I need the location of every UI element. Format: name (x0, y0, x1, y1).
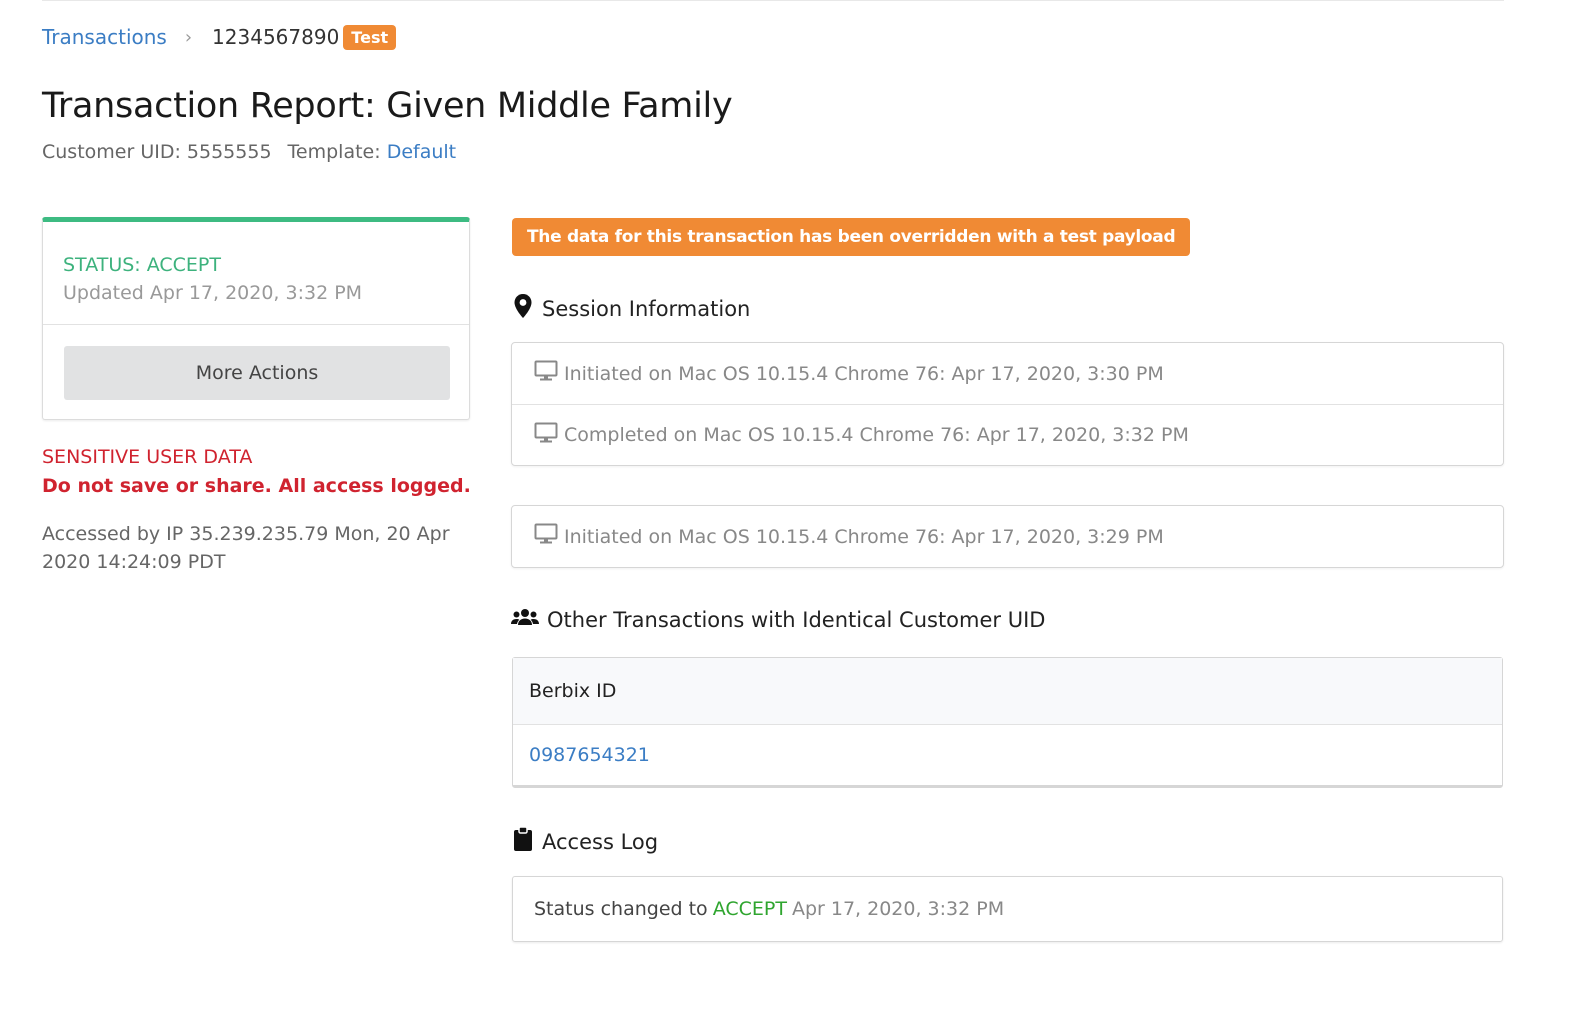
chevron-right-icon: › (184, 26, 193, 48)
session-row-text: Initiated on Mac OS 10.15.4 Chrome 76: A… (564, 525, 1164, 548)
table-header: Berbix ID (513, 658, 1502, 725)
sensitive-warning-text: Do not save or share. All access logged. (42, 475, 471, 497)
desktop-icon (534, 523, 564, 550)
page-subtitle: Customer UID: 5555555 Template: Default (42, 141, 456, 163)
template-label: Template: (287, 141, 381, 163)
status-label: STATUS: ACCEPT (63, 254, 221, 276)
session-row: Completed on Mac OS 10.15.4 Chrome 76: A… (512, 404, 1503, 465)
breadcrumb: Transactions › 1234567890 Test (42, 22, 397, 52)
session-row: Initiated on Mac OS 10.15.4 Chrome 76: A… (512, 506, 1503, 567)
access-log-title: Access Log (542, 829, 659, 854)
status-card: STATUS: ACCEPT Updated Apr 17, 2020, 3:3… (42, 217, 470, 420)
log-entry-prefix: Status changed to (534, 898, 708, 920)
breadcrumb-current-id: 1234567890 (212, 25, 340, 49)
other-transactions-title: Other Transactions with Identical Custom… (547, 607, 1046, 632)
more-actions-button[interactable]: More Actions (64, 346, 450, 400)
top-divider (42, 0, 1504, 1)
other-transactions-heading: Other Transactions with Identical Custom… (511, 607, 1045, 632)
sensitive-warning-title: SENSITIVE USER DATA (42, 446, 253, 468)
session-row-text: Completed on Mac OS 10.15.4 Chrome 76: A… (564, 424, 1189, 446)
access-log-heading: Access Log (512, 826, 658, 857)
access-info: Accessed by IP 35.239.235.79 Mon, 20 Apr… (42, 523, 450, 573)
page-title: Transaction Report: Given Middle Family (42, 86, 733, 126)
session-information-heading: Session Information (512, 293, 750, 324)
session-information-title: Session Information (542, 296, 751, 321)
berbix-id-column-header: Berbix ID (529, 680, 617, 702)
status-summary: STATUS: ACCEPT Updated Apr 17, 2020, 3:3… (43, 222, 469, 325)
log-entry-status: ACCEPT (712, 898, 787, 920)
access-log-entry: Status changed to ACCEPT Apr 17, 2020, 3… (512, 876, 1503, 942)
test-badge: Test (343, 24, 397, 50)
table-row: 0987654321 (513, 725, 1502, 785)
session-row: Initiated on Mac OS 10.15.4 Chrome 76: A… (512, 343, 1503, 404)
session-row-text: Initiated on Mac OS 10.15.4 Chrome 76: A… (564, 362, 1164, 385)
desktop-icon (534, 360, 564, 387)
sensitive-data-warning: SENSITIVE USER DATA Do not save or share… (42, 443, 471, 501)
users-icon (511, 607, 547, 632)
session-group: Initiated on Mac OS 10.15.4 Chrome 76: A… (511, 342, 1504, 466)
template-link[interactable]: Default (387, 141, 456, 163)
test-payload-banner: The data for this transaction has been o… (512, 218, 1191, 256)
other-transactions-table: Berbix ID 0987654321 (512, 657, 1503, 788)
map-marker-icon (512, 293, 542, 324)
desktop-icon (534, 422, 564, 449)
clipboard-icon (512, 826, 542, 857)
berbix-id-link[interactable]: 0987654321 (529, 744, 650, 766)
breadcrumb-transactions-link[interactable]: Transactions (42, 25, 167, 49)
log-entry-date: Apr 17, 2020, 3:32 PM (791, 898, 1005, 920)
session-group: Initiated on Mac OS 10.15.4 Chrome 76: A… (511, 505, 1504, 568)
status-updated-time: Updated Apr 17, 2020, 3:32 PM (63, 282, 363, 304)
customer-uid: Customer UID: 5555555 (42, 141, 272, 163)
